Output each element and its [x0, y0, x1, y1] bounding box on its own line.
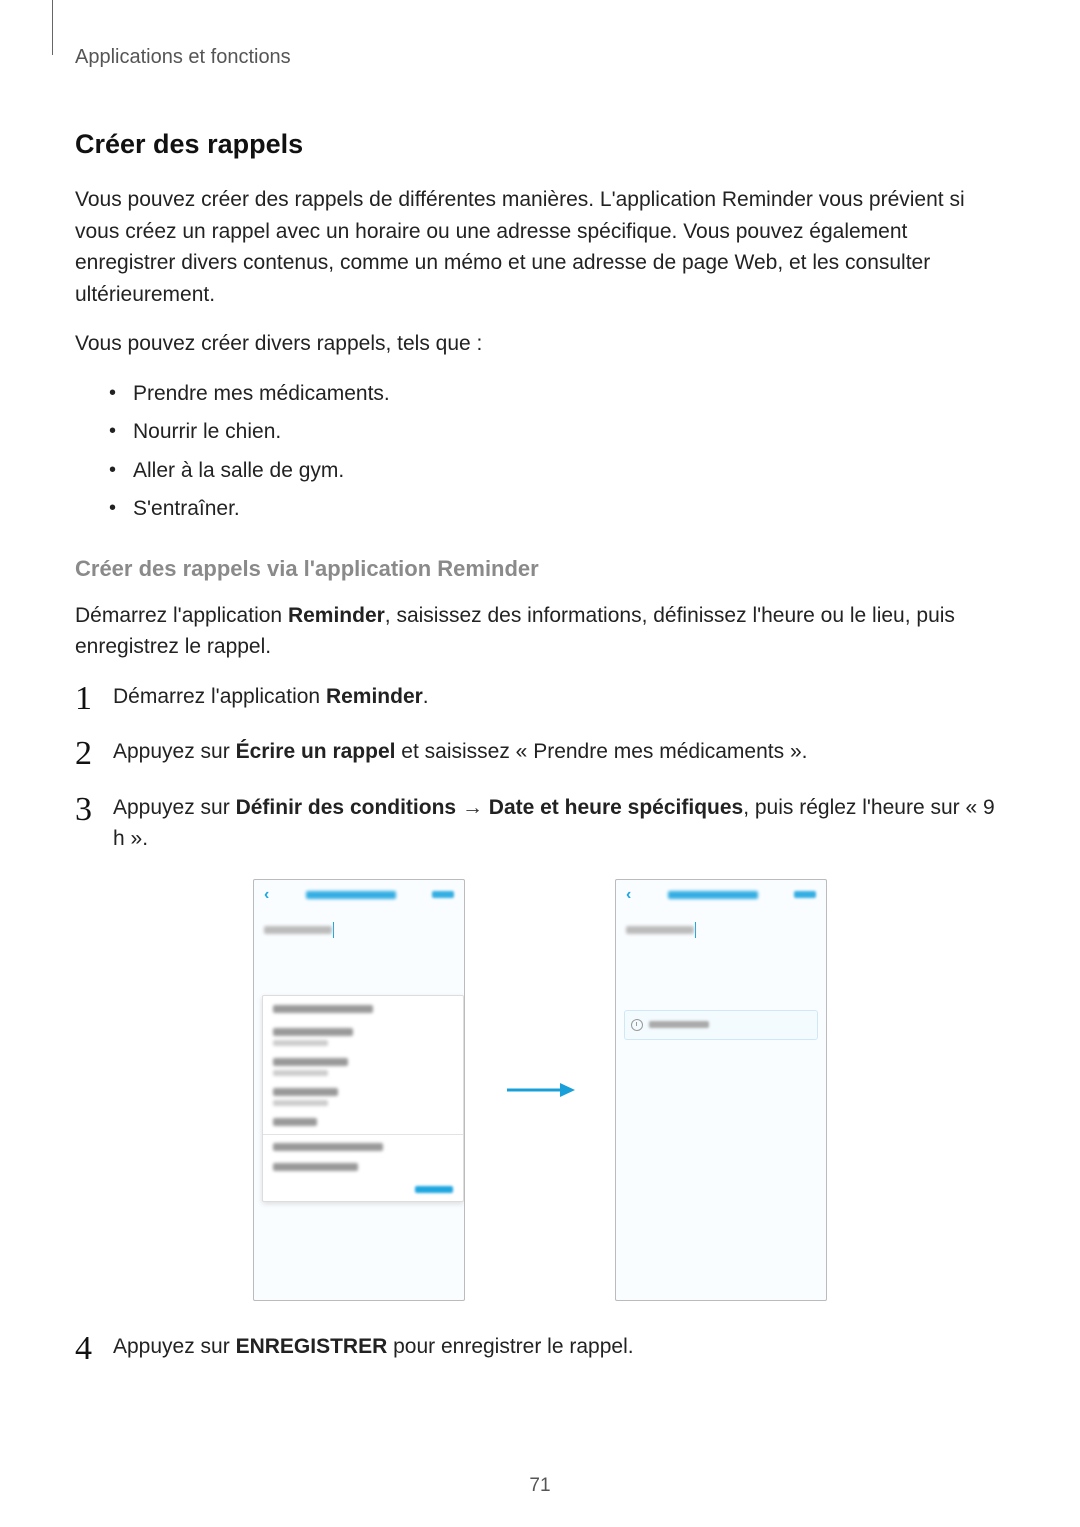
arrow-icon: [505, 1080, 575, 1100]
phone-screenshot-right: ‹: [615, 879, 827, 1301]
list-item: Aller à la salle de gym.: [109, 455, 1005, 488]
text-blur: [273, 1088, 338, 1096]
save-label-blur: [432, 891, 454, 898]
back-icon: ‹: [264, 886, 269, 904]
divider: [263, 1134, 463, 1135]
text-blur: [273, 1058, 348, 1066]
chip-text-blur: [649, 1021, 709, 1028]
text: Démarrez l'application: [75, 604, 288, 627]
list-item: Nourrir le chien.: [109, 416, 1005, 449]
ui-label: Écrire un rappel: [236, 740, 396, 763]
breadcrumb: Applications et fonctions: [75, 46, 1005, 69]
step-item: Appuyez sur Écrire un rappel et saisisse…: [75, 736, 1005, 768]
datetime-chip: [624, 1010, 818, 1040]
text-blur: [273, 1070, 328, 1076]
intro-paragraph: Vous pouvez créer des rappels de différe…: [75, 184, 1005, 310]
popup-option: [263, 1022, 463, 1052]
text: pour enregistrer le rappel.: [387, 1335, 633, 1358]
step-item: Appuyez sur ENREGISTRER pour enregistrer…: [75, 1331, 1005, 1363]
text-cursor: [695, 922, 696, 938]
examples-lead: Vous pouvez créer divers rappels, tels q…: [75, 328, 1005, 360]
save-label-blur: [794, 891, 816, 898]
popup-option: [263, 1082, 463, 1112]
text-blur: [273, 1040, 328, 1046]
back-icon: ‹: [626, 886, 631, 904]
text: Appuyez sur: [113, 740, 236, 763]
popup-option: [263, 1137, 463, 1157]
text: .: [423, 685, 429, 708]
popup-option: [263, 1052, 463, 1082]
screen-title-blur: [668, 891, 758, 899]
step-item: Démarrez l'application Reminder.: [75, 681, 1005, 713]
screen-title-blur: [306, 891, 396, 899]
text: Appuyez sur: [113, 796, 236, 819]
text: Démarrez l'application: [113, 685, 326, 708]
app-name: Reminder: [288, 604, 385, 627]
step-item: Appuyez sur Définir des conditions → Dat…: [75, 792, 1005, 855]
list-item: S'entraîner.: [109, 493, 1005, 526]
steps-list-cont: Appuyez sur ENREGISTRER pour enregistrer…: [75, 1331, 1005, 1363]
reminder-input: [264, 916, 454, 944]
input-text-blur: [626, 926, 694, 934]
text-blur: [273, 1100, 328, 1106]
ui-label: Définir des conditions: [236, 796, 457, 819]
examples-list: Prendre mes médicaments. Nourrir le chie…: [75, 378, 1005, 526]
text-blur: [273, 1028, 353, 1036]
reminder-input: [626, 916, 816, 944]
text: et saisissez « Prendre mes médicaments »…: [395, 740, 807, 763]
side-rule: [52, 0, 53, 55]
text-blur: [273, 1005, 373, 1013]
popup-option: [263, 1112, 463, 1132]
cancel-label-blur: [415, 1186, 453, 1193]
page-number: 71: [0, 1475, 1080, 1497]
input-text-blur: [264, 926, 332, 934]
subheading: Créer des rappels via l'application Remi…: [75, 556, 1005, 582]
steps-list: Démarrez l'application Reminder. Appuyez…: [75, 681, 1005, 855]
ui-label: Date et heure spécifiques: [489, 796, 743, 819]
text: Appuyez sur: [113, 1335, 236, 1358]
text-blur: [273, 1163, 358, 1171]
app-name: Reminder: [326, 685, 423, 708]
list-item: Prendre mes médicaments.: [109, 378, 1005, 411]
ui-label: ENREGISTRER: [236, 1335, 388, 1358]
document-page: Applications et fonctions Créer des rapp…: [0, 0, 1080, 1527]
phone-header: ‹: [254, 880, 464, 910]
sub-paragraph: Démarrez l'application Reminder, saisiss…: [75, 600, 1005, 663]
conditions-popup: [262, 995, 464, 1202]
clock-icon: [631, 1019, 643, 1031]
figure-row: ‹: [75, 879, 1005, 1301]
phone-header: ‹: [616, 880, 826, 910]
popup-title: [263, 996, 463, 1022]
popup-option: [263, 1157, 463, 1177]
text-blur: [273, 1118, 317, 1126]
text-cursor: [333, 922, 334, 938]
phone-screenshot-left: ‹: [253, 879, 465, 1301]
arrow-text: →: [456, 796, 489, 819]
section-title: Créer des rappels: [75, 129, 1005, 160]
text-blur: [273, 1143, 383, 1151]
